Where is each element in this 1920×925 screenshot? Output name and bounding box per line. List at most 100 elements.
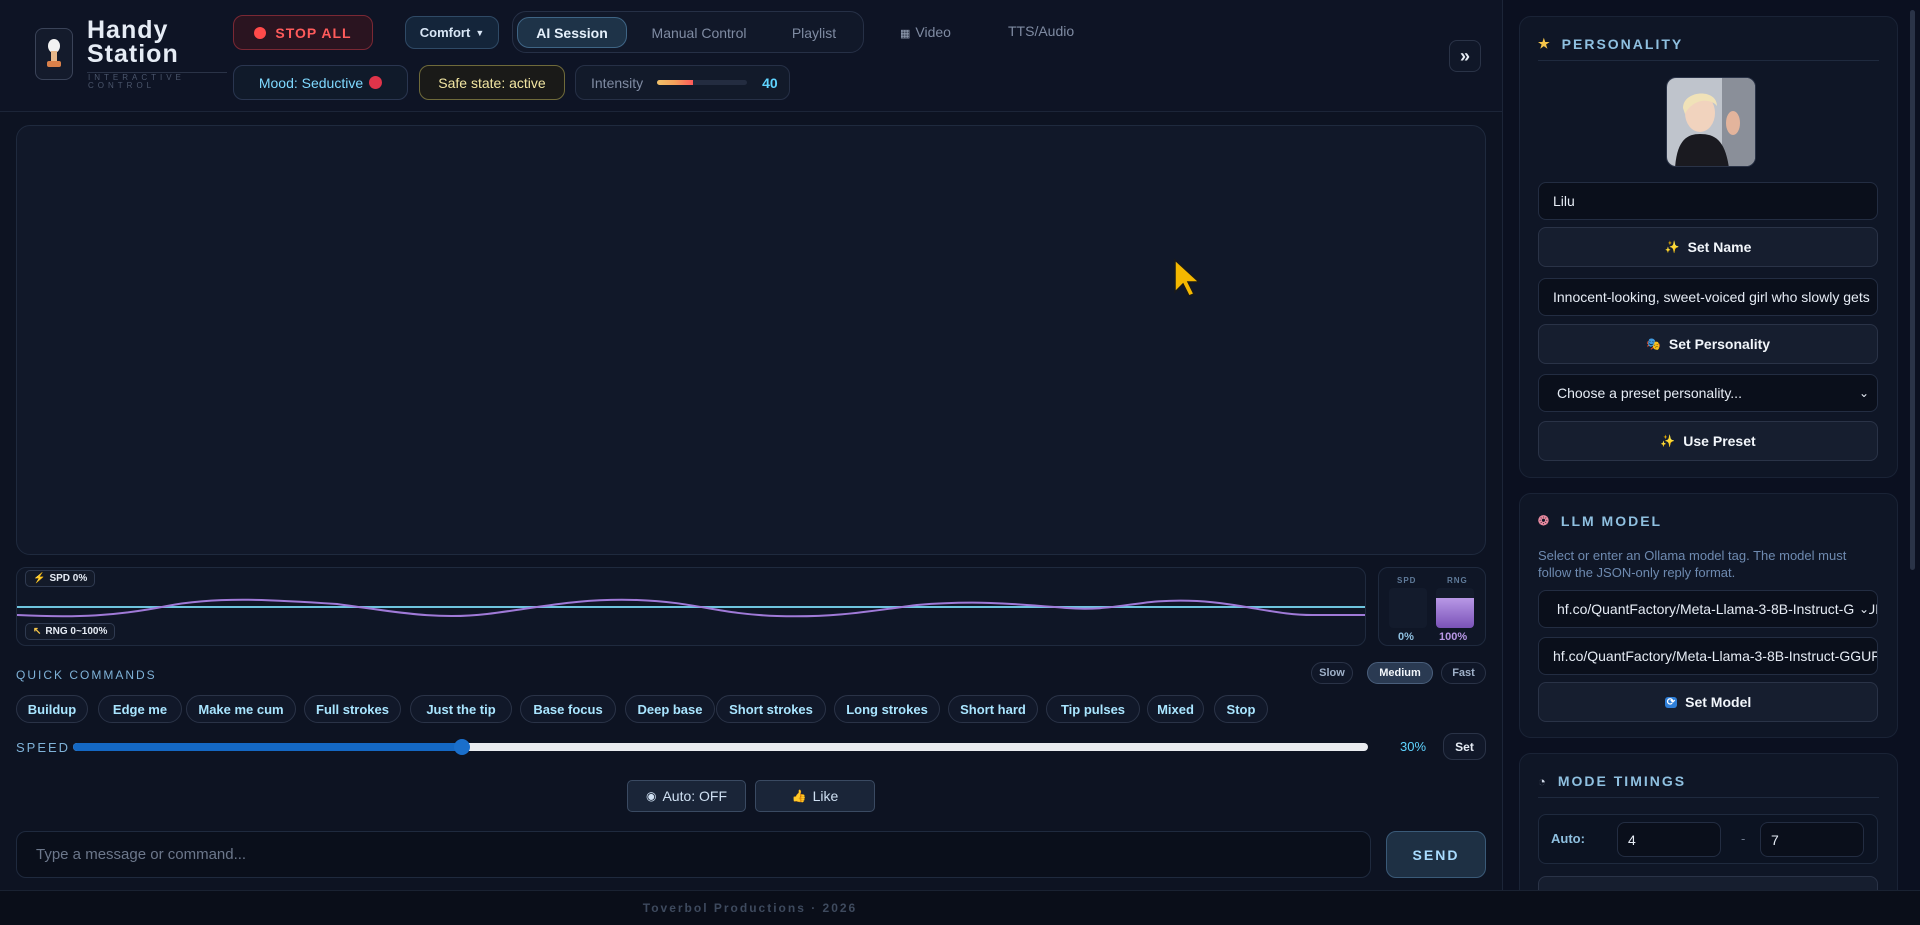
- app-title-line2: Station: [87, 40, 179, 68]
- timings-title-label: MODE TIMINGS: [1557, 773, 1687, 789]
- logo-icon: [47, 39, 61, 67]
- speed-slow-button[interactable]: Slow: [1311, 662, 1353, 684]
- film-icon: ▦: [900, 28, 911, 40]
- speed-slider[interactable]: [73, 739, 1368, 755]
- llm-model-select[interactable]: hf.co/QuantFactory/Meta-Llama-3-8B-Instr…: [1538, 590, 1878, 628]
- timings-apply-button[interactable]: [1538, 876, 1878, 890]
- like-label: Like: [812, 788, 839, 804]
- like-button[interactable]: 👍 Like: [755, 780, 875, 812]
- set-personality-button[interactable]: 🎭 Set Personality: [1538, 324, 1878, 364]
- timing-separator: -: [1741, 831, 1746, 846]
- speed-label: SPEED: [16, 740, 71, 755]
- speed-slider-thumb[interactable]: [453, 739, 470, 755]
- cmd-buildup[interactable]: Buildup: [16, 695, 88, 723]
- collapse-sidebar-button[interactable]: »: [1449, 40, 1481, 72]
- avatar[interactable]: [1666, 77, 1756, 167]
- use-preset-button[interactable]: ✨ Use Preset: [1538, 421, 1878, 461]
- app-subtitle: INTERACTIVE CONTROL: [88, 73, 185, 90]
- thumbs-up-icon: 👍: [791, 789, 807, 803]
- cmd-short-hard[interactable]: Short hard: [948, 695, 1038, 723]
- speed-fast-button[interactable]: Fast: [1441, 662, 1486, 684]
- brain-icon: ❂: [1538, 513, 1551, 528]
- quick-commands-label: QUICK COMMANDS: [16, 668, 157, 682]
- rng-meter-value: 100%: [1439, 631, 1468, 643]
- auto-label: Auto: OFF: [662, 788, 728, 804]
- set-name-label: Set Name: [1687, 239, 1752, 255]
- mode-tabs: AI Session Manual Control Playlist: [512, 11, 864, 53]
- tab-video[interactable]: ▦ Video: [900, 24, 951, 40]
- rng-meter-fill: [1436, 598, 1474, 628]
- speed-set-button[interactable]: Set: [1443, 733, 1486, 760]
- app-title: Handy Station: [87, 16, 179, 68]
- llm-model-selected: hf.co/QuantFactory/Meta-Llama-3-8B-Instr…: [1557, 601, 1878, 617]
- stop-all-button[interactable]: STOP ALL: [233, 15, 373, 50]
- waveform-panel: ⚡ SPD 0% ↖ RNG 0~100%: [16, 567, 1366, 646]
- spd-meter-track: [1389, 588, 1427, 628]
- main-panel: Handy Station INTERACTIVE CONTROL STOP A…: [0, 0, 1502, 890]
- tab-ai-session[interactable]: AI Session: [517, 17, 627, 48]
- set-name-button[interactable]: ✨ Set Name: [1538, 227, 1878, 267]
- mood-badge: Mood: Seductive: [233, 65, 408, 100]
- mode-timings-card: ◔ MODE TIMINGS Auto: 4 - 7: [1519, 753, 1898, 890]
- llm-model-input[interactable]: hf.co/QuantFactory/Meta-Llama-3-8B-Instr…: [1538, 637, 1878, 675]
- auto-timing-row: Auto: 4 - 7: [1538, 814, 1878, 864]
- sidebar-scrollbar[interactable]: [1910, 10, 1915, 570]
- cmd-mixed[interactable]: Mixed: [1147, 695, 1204, 723]
- rng-badge: ↖ RNG 0~100%: [25, 623, 116, 640]
- set-model-button[interactable]: ⟳ Set Model: [1538, 682, 1878, 722]
- cmd-full-strokes[interactable]: Full strokes: [304, 695, 401, 723]
- cmd-make-me-cum[interactable]: Make me cum: [186, 695, 296, 723]
- personality-name-input[interactable]: Lilu: [1538, 182, 1878, 220]
- tab-playlist[interactable]: Playlist: [769, 17, 859, 48]
- stopwatch-icon: ◔: [1538, 773, 1548, 789]
- set-personality-label: Set Personality: [1668, 336, 1771, 352]
- timings-title: ◔ MODE TIMINGS: [1538, 773, 1686, 789]
- chevron-down-icon: ▼: [475, 27, 485, 38]
- app-title-line1: Handy: [87, 16, 169, 44]
- llm-hint: Select or enter an Ollama model tag. The…: [1538, 548, 1847, 580]
- tab-manual-control[interactable]: Manual Control: [635, 17, 763, 48]
- intensity-label: Intensity: [591, 74, 644, 91]
- auto-min-input[interactable]: 4: [1617, 822, 1721, 857]
- video-stage[interactable]: [16, 125, 1486, 555]
- rng-badge-label: RNG 0~100%: [45, 626, 108, 637]
- personality-title-label: PERSONALITY: [1561, 36, 1684, 52]
- video-label: Video: [915, 24, 951, 40]
- spd-badge: ⚡ SPD 0%: [25, 570, 96, 587]
- cmd-deep-base[interactable]: Deep base: [625, 695, 715, 723]
- intensity-track: [657, 80, 748, 85]
- cmd-long-strokes[interactable]: Long strokes: [834, 695, 940, 723]
- cmd-base-focus[interactable]: Base focus: [520, 695, 616, 723]
- cmd-just-the-tip[interactable]: Just the tip: [410, 695, 512, 723]
- cmd-short-strokes[interactable]: Short strokes: [716, 695, 826, 723]
- spd-rng-meters: SPD RNG 0% 100%: [1378, 567, 1486, 646]
- waveform-chart: [17, 598, 1365, 618]
- app-logo: [35, 28, 73, 80]
- tab-tts-audio[interactable]: TTS/Audio: [1008, 23, 1074, 39]
- intensity-fill: [657, 80, 694, 85]
- chat-input[interactable]: Type a message or command...: [16, 831, 1371, 878]
- sparkles-icon: ✨: [1664, 240, 1680, 254]
- speed-medium-button[interactable]: Medium: [1367, 662, 1433, 684]
- comfort-dropdown[interactable]: Comfort ▼: [405, 16, 499, 49]
- llm-title: ❂ LLM MODEL: [1538, 513, 1662, 529]
- personality-title: ★ PERSONALITY: [1538, 36, 1683, 52]
- mouse-pointer-icon: [1174, 258, 1201, 297]
- cmd-tip-pulses[interactable]: Tip pulses: [1046, 695, 1140, 723]
- stop-all-label: STOP ALL: [275, 24, 352, 41]
- intensity-value: 40: [762, 74, 778, 91]
- cmd-stop[interactable]: Stop: [1214, 695, 1268, 723]
- safe-state-badge: Safe state: active: [419, 65, 565, 100]
- chevron-down-icon: ⌄: [1854, 602, 1869, 616]
- cmd-edge-me[interactable]: Edge me: [98, 695, 182, 723]
- devil-icon: [369, 76, 383, 89]
- spd-meter-value: 0%: [1398, 631, 1414, 643]
- auto-max-input[interactable]: 7: [1760, 822, 1864, 857]
- personality-description-input[interactable]: Innocent-looking, sweet-voiced girl who …: [1538, 278, 1878, 316]
- mask-icon: ◉: [645, 789, 657, 803]
- avatar-image: [1667, 78, 1755, 166]
- llm-model-card: ❂ LLM MODEL Select or enter an Ollama mod…: [1519, 493, 1898, 738]
- send-button[interactable]: SEND: [1386, 831, 1486, 878]
- auto-toggle-button[interactable]: ◉ Auto: OFF: [627, 780, 746, 812]
- preset-personality-select[interactable]: Choose a preset personality... ⌄: [1538, 374, 1878, 412]
